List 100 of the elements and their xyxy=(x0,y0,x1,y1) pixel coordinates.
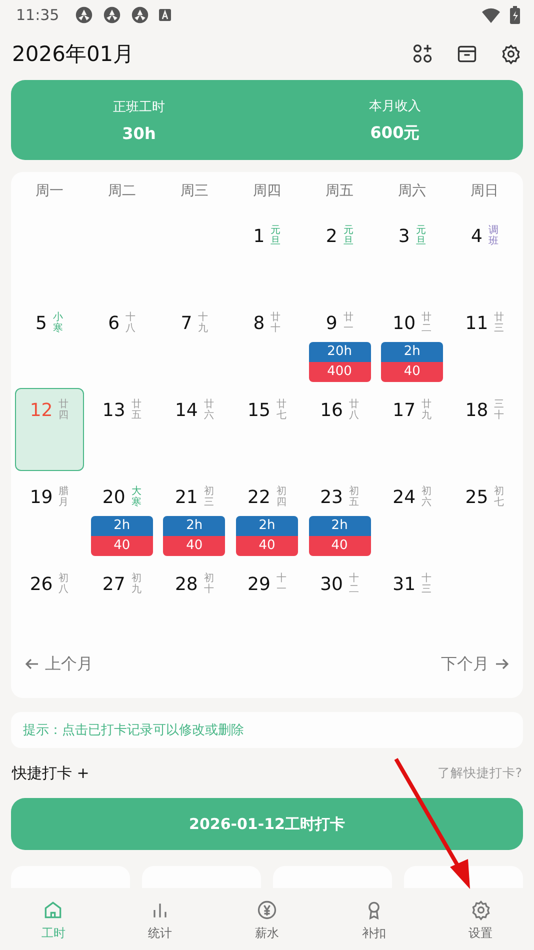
day-number: 10 xyxy=(392,312,416,334)
day-number: 2 xyxy=(326,226,338,246)
lunar-date: 三十 xyxy=(494,399,504,421)
lunar-date: 元旦 xyxy=(343,225,354,247)
day-number: 30 xyxy=(320,574,344,594)
archive-box-icon[interactable] xyxy=(456,43,478,65)
day-number: 12 xyxy=(30,400,53,420)
day-number: 8 xyxy=(253,312,265,334)
lunar-date: 元旦 xyxy=(416,225,426,247)
day-number: 25 xyxy=(465,486,488,508)
next-month-link[interactable]: 下个月 xyxy=(441,654,509,674)
arrow-left-icon xyxy=(25,657,39,671)
day-number: 22 xyxy=(248,486,270,508)
nav-tab[interactable]: 设置 xyxy=(427,890,534,950)
day-number: 17 xyxy=(392,400,416,420)
lunar-date: 小寒 xyxy=(53,312,63,334)
weekday-label: 周一 xyxy=(34,182,64,200)
pay-tag[interactable]: 40 xyxy=(90,536,153,556)
lunar-date: 十三 xyxy=(422,573,432,595)
weekday-label: 周五 xyxy=(324,182,355,200)
nav-tab[interactable]: 补扣 xyxy=(320,890,428,950)
settings-icon[interactable] xyxy=(500,43,522,65)
day-number: 13 xyxy=(102,400,126,420)
hours-tag[interactable]: 2h xyxy=(163,516,226,536)
hours-tag[interactable]: 20h xyxy=(308,342,371,362)
hours-tag[interactable]: 2h xyxy=(236,516,298,536)
lunar-date: 廿二 xyxy=(422,312,432,334)
add-items-icon[interactable] xyxy=(412,43,434,65)
day-number: 9 xyxy=(326,312,338,334)
lunar-date: 元旦 xyxy=(270,225,281,247)
nav-tab[interactable]: 统计 xyxy=(106,890,214,950)
day-number: 15 xyxy=(248,400,270,420)
day-number: 18 xyxy=(465,400,488,420)
lunar-date: 廿三 xyxy=(494,312,504,334)
day-number: 3 xyxy=(398,226,410,246)
lunar-date: 初五 xyxy=(349,486,360,508)
wifi-icon xyxy=(482,7,500,23)
summary-value: 600元 xyxy=(370,122,420,144)
day-number: 26 xyxy=(30,574,53,594)
day-number: 23 xyxy=(320,486,344,508)
day-number: 31 xyxy=(392,574,416,594)
pay-tag[interactable]: 40 xyxy=(308,536,371,556)
day-number: 16 xyxy=(320,400,344,420)
lunar-date: 廿一 xyxy=(343,312,354,334)
notification-icon xyxy=(131,6,150,24)
hours-tag[interactable]: 2h xyxy=(90,516,153,536)
lunar-date: 初九 xyxy=(131,573,142,595)
day-number: 21 xyxy=(174,486,198,508)
day-number: 27 xyxy=(102,574,126,594)
yen-coin-icon xyxy=(256,898,278,920)
lunar-date: 初七 xyxy=(494,486,504,508)
day-number: 5 xyxy=(36,312,47,334)
weekday-label: 周二 xyxy=(106,182,137,200)
nav-tab[interactable]: 薪水 xyxy=(214,890,320,950)
month-title: 2026年01月 xyxy=(12,41,136,68)
hours-tag[interactable]: 2h xyxy=(381,342,444,362)
day-number: 7 xyxy=(180,312,192,334)
pay-tag[interactable]: 400 xyxy=(308,362,371,382)
arrow-right-icon xyxy=(495,657,509,671)
pay-tag[interactable]: 40 xyxy=(236,536,298,556)
pay-tag[interactable]: 40 xyxy=(163,536,226,556)
quick-punch-title[interactable]: 快捷打卡 + xyxy=(12,764,90,782)
lunar-date: 十一 xyxy=(276,573,286,595)
lunar-date: 腊月 xyxy=(58,486,69,508)
hours-tag[interactable]: 2h xyxy=(308,516,371,536)
day-number: 6 xyxy=(108,312,120,334)
notification-icon xyxy=(103,6,122,24)
lunar-date: 廿五 xyxy=(131,399,142,421)
lunar-date: 初四 xyxy=(276,486,286,508)
day-number: 28 xyxy=(174,574,198,594)
lunar-date: 调班 xyxy=(488,225,498,247)
status-time: 11:35 xyxy=(16,6,60,24)
weekday-label: 周四 xyxy=(252,182,282,200)
notification-icon xyxy=(75,6,94,24)
lunar-date: 廿四 xyxy=(58,399,69,421)
summary-value: 30h xyxy=(122,124,156,142)
summary-label: 正班工时 xyxy=(113,98,165,116)
day-number: 24 xyxy=(392,486,416,508)
lunar-date: 初六 xyxy=(422,486,432,508)
keyboard-icon xyxy=(159,9,172,21)
pay-tag[interactable]: 40 xyxy=(381,362,444,382)
day-number: 29 xyxy=(248,574,270,594)
lunar-date: 廿七 xyxy=(276,399,286,421)
lunar-date: 廿十 xyxy=(270,312,281,334)
weekday-label: 周六 xyxy=(397,182,428,200)
tip-text: 提示：点击已打卡记录可以修改或删除 xyxy=(23,722,244,739)
day-number: 4 xyxy=(470,226,482,246)
day-number: 1 xyxy=(253,226,265,246)
day-number: 11 xyxy=(465,312,488,334)
previous-month-link[interactable]: 上个月 xyxy=(25,654,93,674)
lunar-date: 廿九 xyxy=(422,399,432,421)
lunar-date: 初十 xyxy=(204,573,214,595)
lunar-date: 大寒 xyxy=(131,486,142,508)
day-number: 20 xyxy=(102,486,126,508)
lunar-date: 廿八 xyxy=(349,399,360,421)
lunar-date: 廿六 xyxy=(204,399,214,421)
day-number: 14 xyxy=(174,400,198,420)
lunar-date: 十九 xyxy=(198,312,208,334)
lunar-date: 十二 xyxy=(349,573,360,595)
lunar-date: 十八 xyxy=(126,312,136,334)
